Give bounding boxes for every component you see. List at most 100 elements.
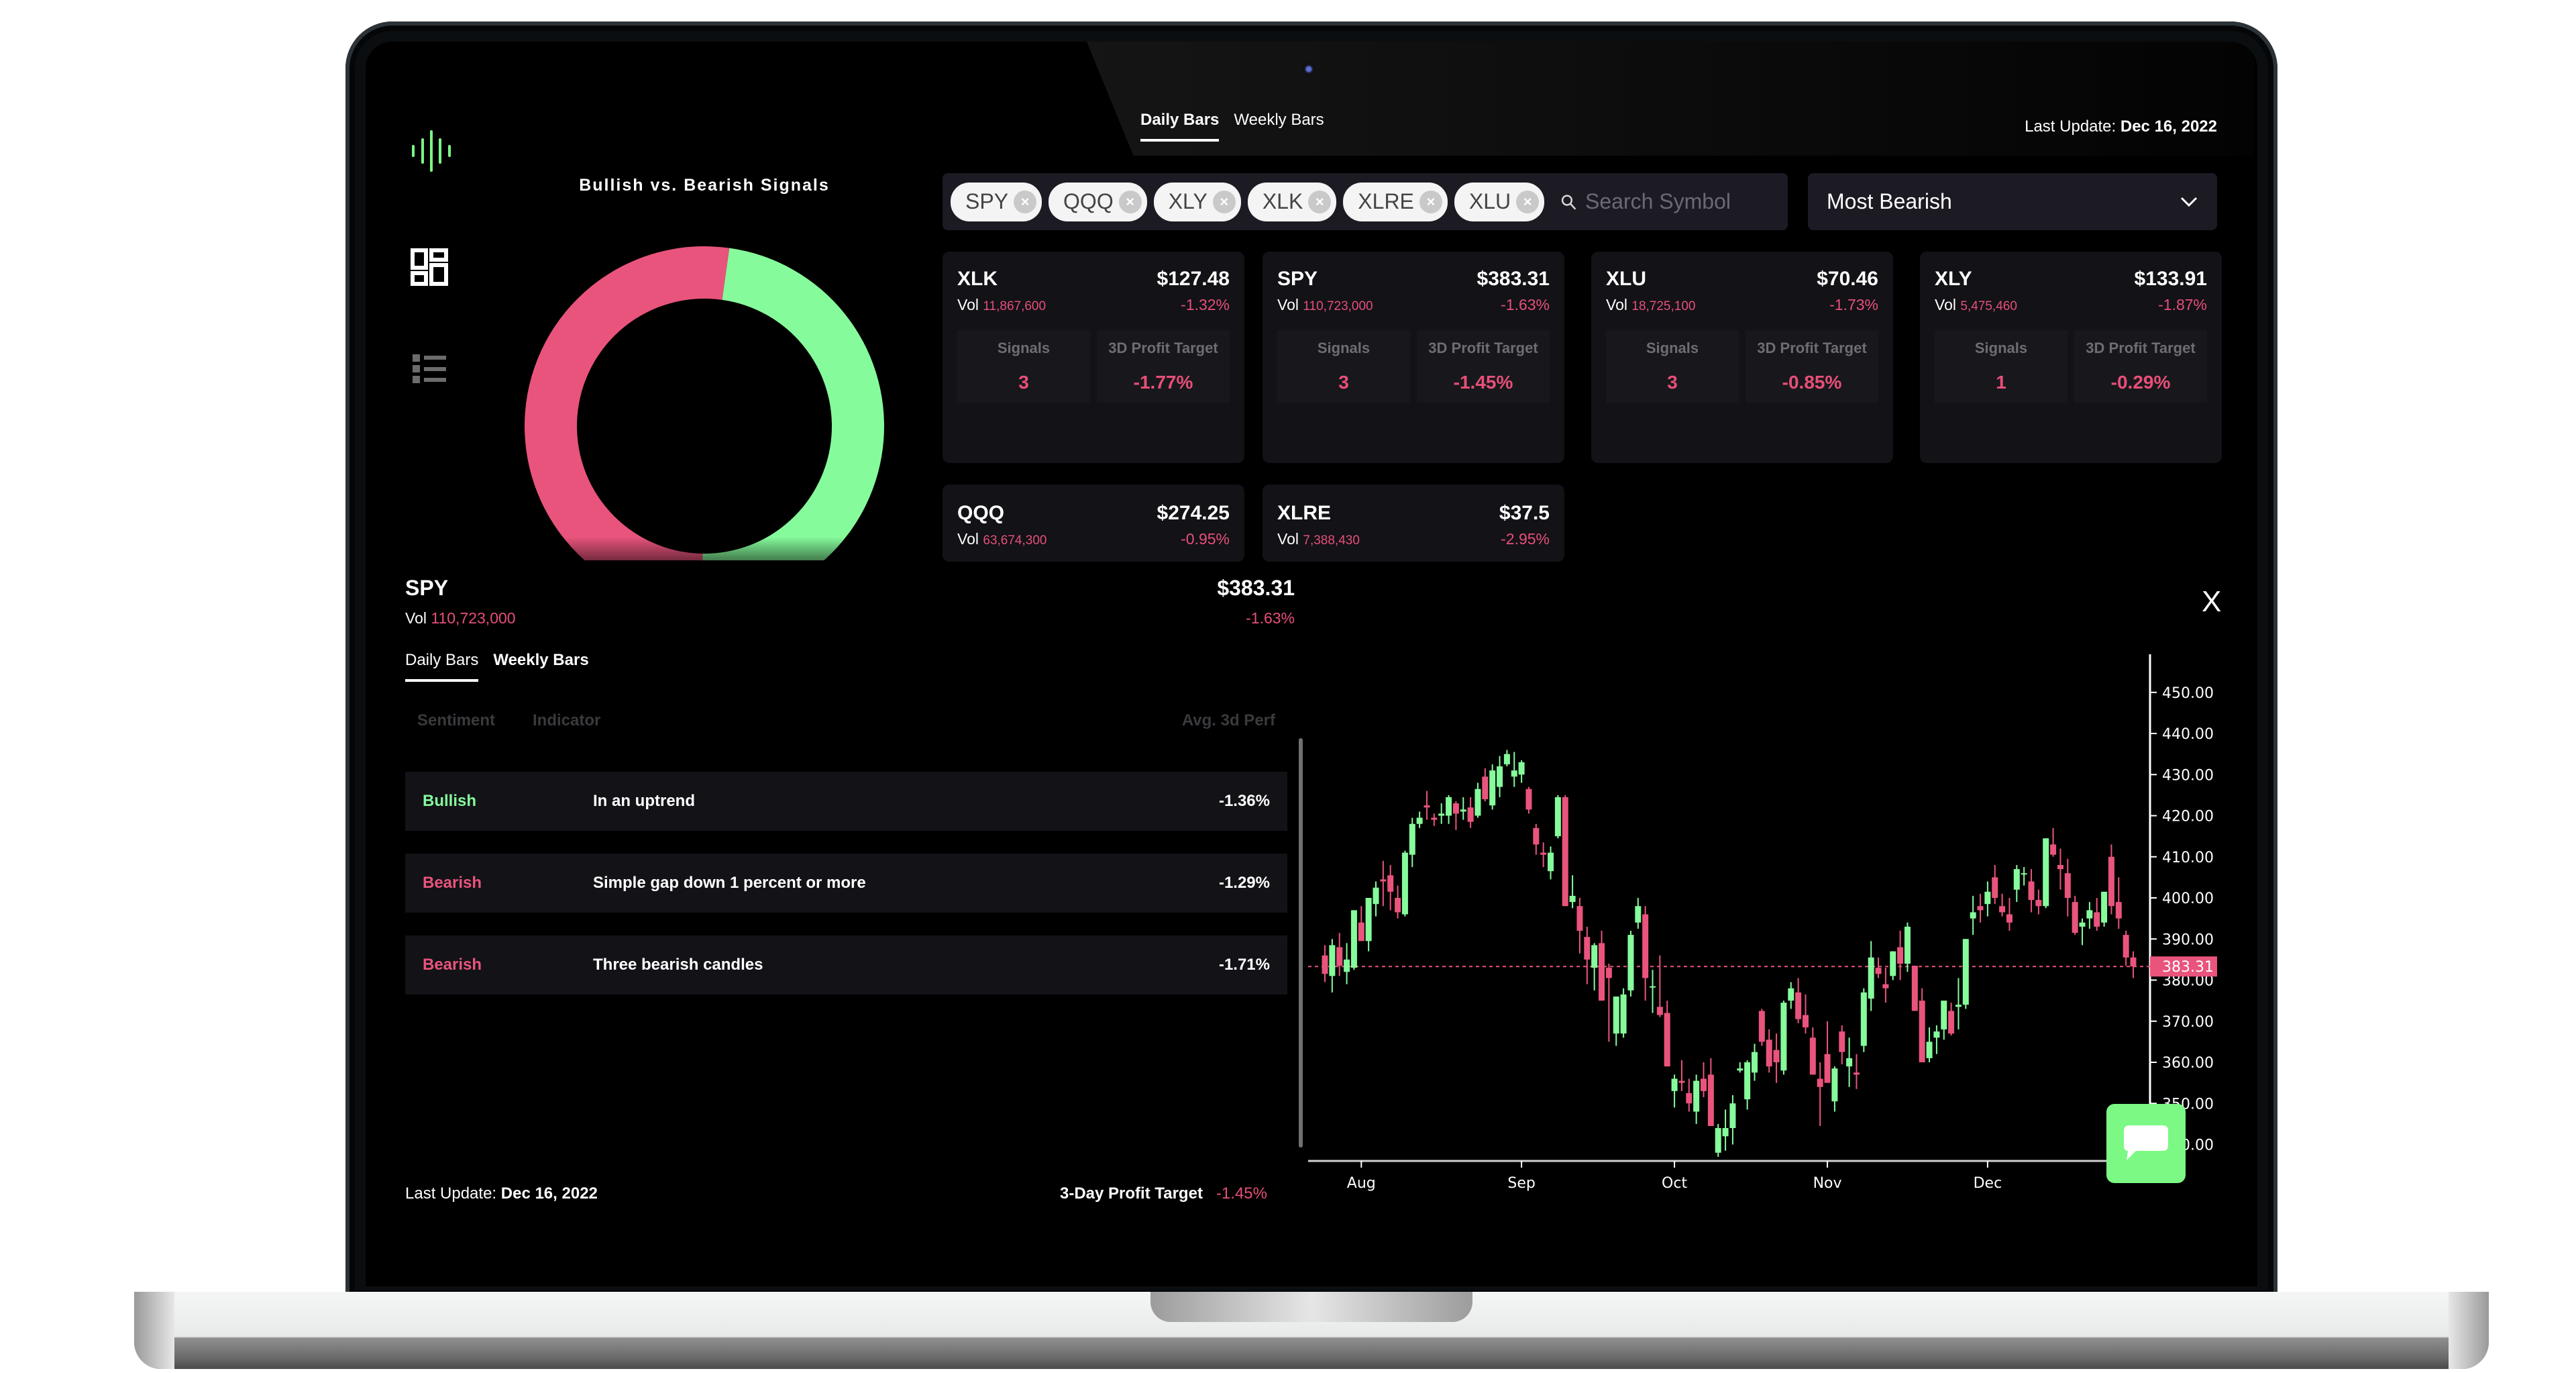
candle[interactable] bbox=[1831, 1066, 1838, 1112]
candle[interactable] bbox=[1999, 893, 2006, 917]
candle[interactable] bbox=[1656, 955, 1663, 1017]
search-symbol-input[interactable] bbox=[1584, 189, 1788, 215]
sidebar-item-list[interactable] bbox=[411, 352, 448, 390]
candle[interactable] bbox=[1766, 1029, 1772, 1073]
candle[interactable] bbox=[1948, 1003, 1955, 1036]
candle[interactable] bbox=[1919, 988, 1925, 1062]
candle[interactable] bbox=[1591, 943, 1598, 990]
candle[interactable] bbox=[1489, 764, 1496, 810]
sort-select[interactable]: Most Bearish bbox=[1808, 173, 2217, 230]
candle[interactable] bbox=[1497, 756, 1503, 797]
candle[interactable] bbox=[1599, 931, 1605, 1001]
symbol-chip[interactable]: SPY × bbox=[951, 182, 1042, 221]
candle[interactable] bbox=[1751, 1044, 1758, 1081]
candle[interactable] bbox=[1482, 768, 1489, 802]
tab-weekly-bars[interactable]: Weekly Bars bbox=[1234, 111, 1324, 139]
close-detail-button[interactable]: X bbox=[2202, 585, 2221, 619]
candle[interactable] bbox=[1737, 1062, 1743, 1073]
remove-chip-icon[interactable]: × bbox=[1212, 190, 1236, 213]
candle[interactable] bbox=[1460, 797, 1466, 820]
candle[interactable] bbox=[1890, 951, 1896, 980]
candle[interactable] bbox=[2006, 898, 2012, 931]
remove-chip-icon[interactable]: × bbox=[1419, 190, 1442, 213]
candle[interactable] bbox=[1795, 978, 1802, 1023]
candle[interactable] bbox=[2057, 848, 2063, 890]
sidebar-item-dashboard[interactable] bbox=[411, 248, 448, 286]
candle[interactable] bbox=[1817, 1062, 1823, 1126]
candle[interactable] bbox=[1438, 803, 1445, 824]
candle[interactable] bbox=[1868, 941, 1874, 1011]
symbol-card[interactable]: XLRE $37.5 Vol 7,388,430 -2.95% bbox=[1263, 485, 1564, 562]
candle[interactable] bbox=[1416, 811, 1423, 828]
candle[interactable] bbox=[1350, 910, 1357, 970]
candle[interactable] bbox=[1569, 875, 1576, 909]
candle[interactable] bbox=[1365, 898, 1372, 952]
candle[interactable] bbox=[2086, 902, 2093, 929]
candle[interactable] bbox=[1467, 797, 1474, 828]
candle[interactable] bbox=[1897, 931, 1904, 980]
candle[interactable] bbox=[1533, 823, 1540, 855]
candle[interactable] bbox=[1511, 752, 1517, 787]
candle[interactable] bbox=[2043, 838, 2049, 909]
candle[interactable] bbox=[1344, 943, 1350, 984]
candle[interactable] bbox=[1904, 922, 1911, 972]
remove-chip-icon[interactable]: × bbox=[1516, 190, 1540, 213]
candle[interactable] bbox=[1329, 939, 1336, 993]
candle[interactable] bbox=[1627, 931, 1634, 997]
candle[interactable] bbox=[2101, 891, 2108, 927]
candle[interactable] bbox=[1336, 933, 1343, 976]
symbol-card[interactable]: QQQ $274.25 Vol 63,674,300 -0.95% bbox=[943, 485, 1244, 562]
candle[interactable] bbox=[1744, 1060, 1751, 1110]
candle[interactable] bbox=[1452, 801, 1459, 830]
candle[interactable] bbox=[1860, 988, 1867, 1052]
candle[interactable] bbox=[1395, 885, 1401, 919]
candle[interactable] bbox=[2035, 889, 2042, 915]
donut-slice-bearish[interactable] bbox=[525, 246, 730, 560]
candle[interactable] bbox=[1780, 1001, 1787, 1075]
candle[interactable] bbox=[1758, 1009, 1765, 1046]
candle[interactable] bbox=[1846, 1037, 1853, 1087]
waveform-logo-icon[interactable] bbox=[408, 128, 455, 174]
candle[interactable] bbox=[2123, 931, 2129, 966]
candle[interactable] bbox=[1424, 791, 1430, 820]
candle[interactable] bbox=[1962, 939, 1969, 1009]
candle[interactable] bbox=[2115, 877, 2122, 929]
candle[interactable] bbox=[2130, 951, 2137, 978]
candle[interactable] bbox=[1650, 970, 1656, 1013]
candle[interactable] bbox=[1431, 813, 1438, 826]
candle[interactable] bbox=[1933, 1025, 1940, 1054]
candle[interactable] bbox=[1715, 1123, 1721, 1157]
candle[interactable] bbox=[1686, 1078, 1693, 1112]
candle[interactable] bbox=[1809, 1027, 1816, 1075]
candle[interactable] bbox=[1678, 1060, 1685, 1091]
candle[interactable] bbox=[1977, 893, 1984, 923]
candle[interactable] bbox=[1322, 945, 1328, 982]
candle[interactable] bbox=[2028, 869, 2035, 913]
chat-button[interactable] bbox=[2106, 1104, 2186, 1183]
candle[interactable] bbox=[2013, 865, 2020, 903]
symbol-chip[interactable]: XLK × bbox=[1247, 182, 1337, 221]
candle[interactable] bbox=[1635, 898, 1642, 929]
symbol-card[interactable]: XLY $133.91 Vol 5,475,460 -1.87% Signals 1 3D … bbox=[1920, 252, 2222, 463]
candle[interactable] bbox=[2050, 827, 2057, 857]
candle[interactable] bbox=[2072, 895, 2078, 935]
candle[interactable] bbox=[1642, 906, 1649, 1001]
candle[interactable] bbox=[2064, 858, 2071, 917]
signal-row[interactable]: Bullish In an uptrend -1.36% bbox=[405, 772, 1287, 831]
candle[interactable] bbox=[1401, 850, 1408, 917]
candle[interactable] bbox=[1693, 1074, 1700, 1124]
signal-row[interactable]: Bearish Simple gap down 1 percent or more… bbox=[405, 854, 1287, 913]
candle[interactable] bbox=[1802, 994, 1809, 1034]
remove-chip-icon[interactable]: × bbox=[1118, 190, 1142, 213]
symbol-chip[interactable]: XLRE × bbox=[1343, 182, 1448, 221]
candle[interactable] bbox=[2021, 867, 2027, 886]
candle[interactable] bbox=[1707, 1058, 1714, 1126]
detail-tab-weekly-bars[interactable]: Weekly Bars bbox=[493, 651, 588, 679]
candle[interactable] bbox=[1955, 978, 1962, 1029]
candle[interactable] bbox=[1882, 968, 1889, 1003]
candle[interactable] bbox=[1839, 1025, 1845, 1065]
candle[interactable] bbox=[1446, 795, 1452, 824]
detail-tab-daily-bars[interactable]: Daily Bars bbox=[405, 651, 479, 682]
candle[interactable] bbox=[1380, 860, 1387, 907]
candle[interactable] bbox=[1503, 750, 1510, 767]
